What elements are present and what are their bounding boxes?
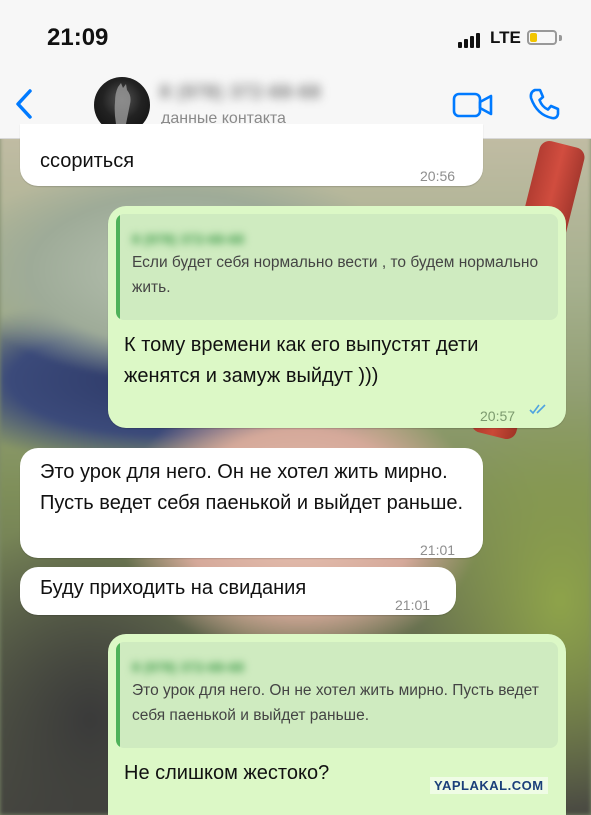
quote-text: Если будет себя нормально вести , то буд… [132, 254, 539, 296]
quoted-message[interactable]: 8 (978) 372-68-68 Это урок для него. Он … [116, 642, 558, 748]
message-bubble-incoming[interactable]: ссориться 20:56 [20, 124, 483, 186]
message-time: 21:01 [420, 542, 456, 558]
message-time: 21:01 [395, 597, 431, 613]
message-bubble-incoming[interactable]: Это урок для него. Он не хотел жить мирн… [20, 448, 483, 558]
quote-accent-bar [116, 214, 120, 320]
message-text: Буду приходить на свидания [40, 577, 307, 599]
contact-name[interactable]: 8 (978) 372-68-68 [160, 82, 321, 103]
phone-icon[interactable] [526, 86, 562, 122]
battery-icon [527, 30, 562, 45]
signal-icon [458, 30, 482, 48]
network-label: LTE [490, 28, 521, 47]
message-text: К тому времени как его выпустят дети жен… [124, 334, 479, 387]
message-text: ссориться [40, 150, 135, 172]
message-bubble-incoming[interactable]: Буду приходить на свидания 21:01 [20, 567, 456, 615]
message-time: 20:56 [420, 168, 456, 184]
read-receipt-icon [529, 404, 546, 415]
chevron-left-icon[interactable] [10, 86, 40, 122]
quote-accent-bar [116, 642, 120, 748]
message-text: Не слишком жестоко? [124, 762, 330, 784]
quoted-message[interactable]: 8 (978) 372-68-68 Если будет себя нормал… [116, 214, 558, 320]
status-time: 21:09 [47, 24, 109, 51]
status-bar: 21:09 LTE [0, 0, 591, 72]
message-time: 20:57 [480, 408, 516, 424]
video-camera-icon[interactable] [452, 90, 494, 120]
message-text: Это урок для него. Он не хотел жить мирн… [40, 461, 464, 514]
watermark: YAPLAKAL.COM [430, 777, 548, 794]
quote-text: Это урок для него. Он не хотел жить мирн… [132, 682, 539, 724]
message-bubble-outgoing[interactable]: 8 (978) 372-68-68 Если будет себя нормал… [108, 206, 566, 428]
